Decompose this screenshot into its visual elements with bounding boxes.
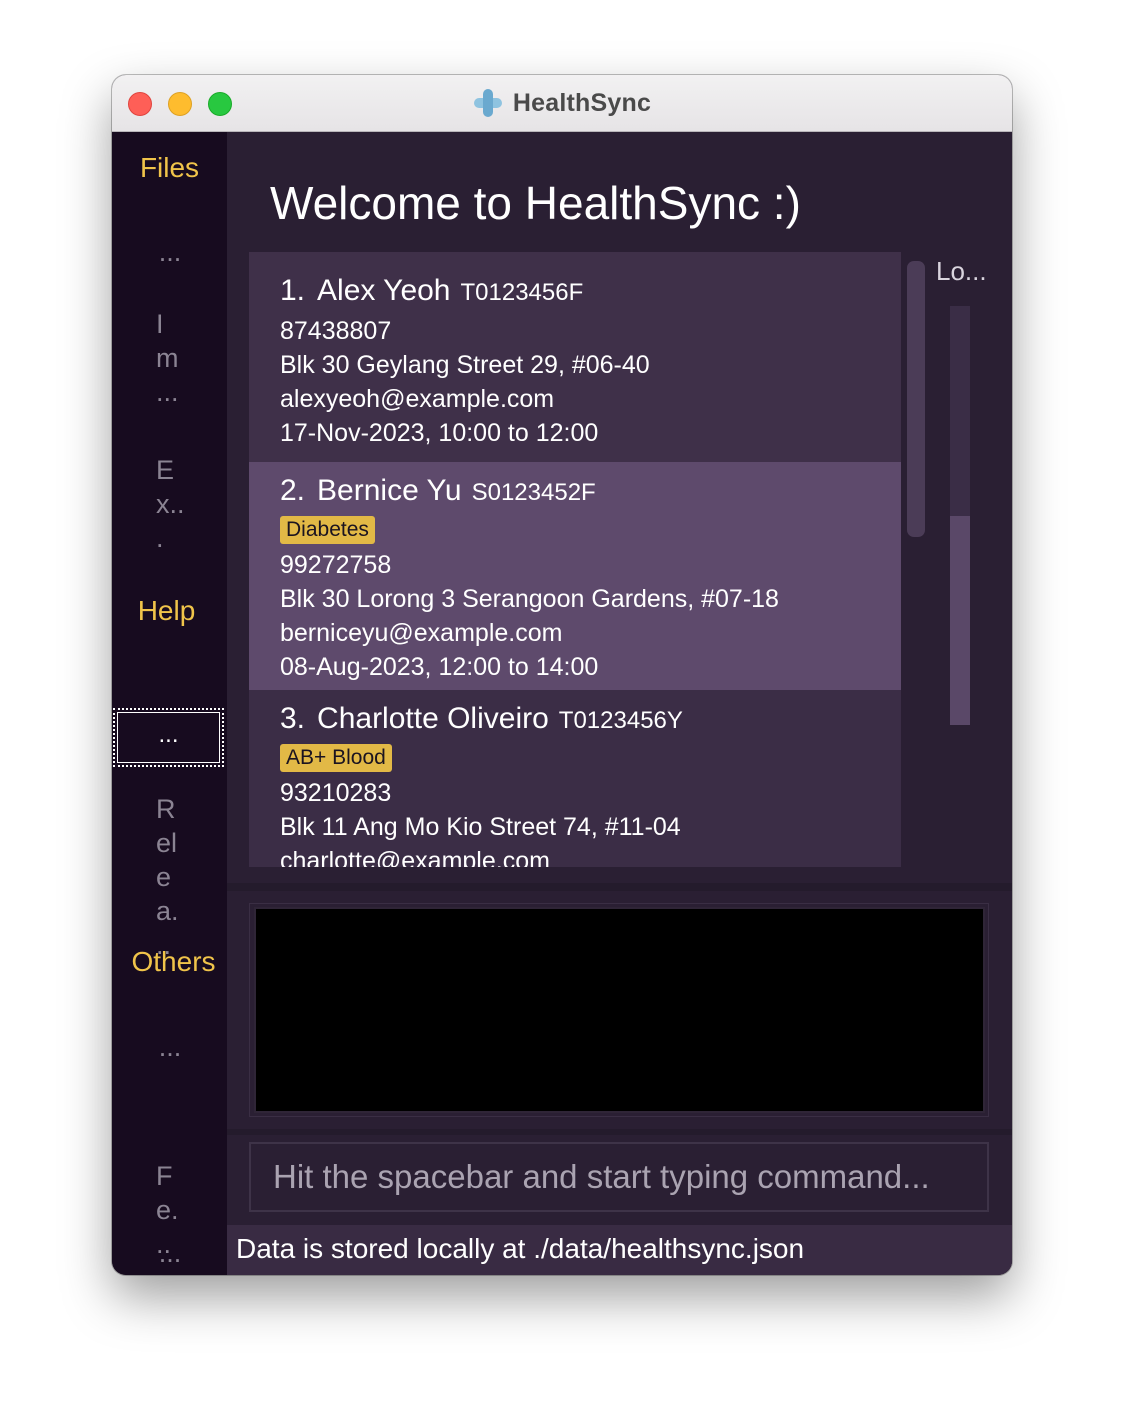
patient-list[interactable]: 1. Alex Yeoh T0123456F 87438807 Blk 30 G… xyxy=(249,252,901,867)
patient-card-header: 3. Charlotte Oliveiro T0123456Y xyxy=(280,702,901,742)
result-display[interactable] xyxy=(254,907,985,1113)
patient-appointment: 08-Aug-2023, 12:00 to 14:00 xyxy=(280,653,599,681)
sidebar-item-export[interactable]: E x.. . xyxy=(112,453,227,555)
sidebar-item-others-3[interactable]: ... xyxy=(120,1236,220,1270)
section-divider xyxy=(227,1129,1012,1135)
sidebar-item-help-1[interactable]: ... xyxy=(113,708,224,767)
patient-tag: Diabetes xyxy=(280,516,375,544)
status-bar: Data is stored locally at ./data/healths… xyxy=(227,1225,1012,1275)
section-divider xyxy=(227,883,1012,891)
patient-card[interactable]: 3. Charlotte Oliveiro T0123456Y AB+ Bloo… xyxy=(249,690,901,867)
status-text: Data is stored locally at ./data/healths… xyxy=(236,1233,805,1264)
sidebar-header-others[interactable]: Others xyxy=(116,946,231,978)
patient-nric: T0123456Y xyxy=(558,707,683,734)
patient-address: Blk 30 Lorong 3 Serangoon Gardens, #07-1… xyxy=(280,585,779,613)
window-title-group: HealthSync xyxy=(112,75,1012,131)
command-box[interactable] xyxy=(249,1142,989,1212)
window-title: HealthSync xyxy=(512,88,652,117)
sidebar-header-files[interactable]: Files xyxy=(112,152,227,184)
patient-phone: 99272758 xyxy=(280,551,392,579)
patient-name: Bernice Yu xyxy=(317,474,462,507)
app-window: HealthSync Files ... I m ... E x.. . Hel… xyxy=(112,75,1012,1275)
patient-name: Alex Yeoh xyxy=(317,274,451,307)
sidebar-item-files-1[interactable]: ... xyxy=(120,235,220,269)
sidebar-item-import[interactable]: I m ... xyxy=(112,307,227,409)
patient-nric: T0123456F xyxy=(460,279,584,306)
patient-address: Blk 11 Ang Mo Kio Street 74, #11-04 xyxy=(280,813,681,841)
patient-email: charlotte@example.com xyxy=(280,847,550,867)
patient-nric: S0123452F xyxy=(471,479,596,506)
sidebar-item-others-1[interactable]: ... xyxy=(120,1030,220,1064)
command-input[interactable] xyxy=(251,1144,987,1210)
patient-name: Charlotte Oliveiro xyxy=(317,702,549,735)
sidebar-header-help[interactable]: Help xyxy=(112,595,224,627)
patient-card[interactable]: 1. Alex Yeoh T0123456F 87438807 Blk 30 G… xyxy=(249,252,901,462)
patient-index: 3. xyxy=(280,702,306,735)
patient-tag: AB+ Blood xyxy=(280,744,392,772)
patient-phone: 87438807 xyxy=(280,317,392,345)
patient-list-scroll-thumb[interactable] xyxy=(907,261,925,537)
patient-card-header: 1. Alex Yeoh T0123456F xyxy=(280,274,901,314)
app-cross-icon xyxy=(473,88,503,118)
patient-index: 2. xyxy=(280,474,306,507)
patient-address: Blk 30 Geylang Street 29, #06-40 xyxy=(280,351,650,379)
sidebar-menu: Files ... I m ... E x.. . Help ... R el … xyxy=(112,132,227,1275)
patient-card-header: 2. Bernice Yu S0123452F xyxy=(280,474,901,514)
right-panel-title: Lo... xyxy=(936,256,987,286)
patient-card[interactable]: 2. Bernice Yu S0123452F Diabetes 9927275… xyxy=(249,462,901,690)
main-panel: Welcome to HealthSync :) 1. Alex Yeoh T0… xyxy=(227,132,1012,1275)
patient-email: alexyeoh@example.com xyxy=(280,385,555,413)
title-bar[interactable]: HealthSync xyxy=(112,75,1012,132)
welcome-heading: Welcome to HealthSync :) xyxy=(270,177,801,229)
patient-phone: 93210283 xyxy=(280,779,392,807)
right-panel-scroll-thumb[interactable] xyxy=(950,516,970,725)
patient-email: berniceyu@example.com xyxy=(280,619,563,647)
patient-index: 1. xyxy=(280,274,306,307)
sidebar-item-release[interactable]: R el e a. .. xyxy=(112,792,227,962)
patient-appointment: 17-Nov-2023, 10:00 to 12:00 xyxy=(280,419,599,447)
